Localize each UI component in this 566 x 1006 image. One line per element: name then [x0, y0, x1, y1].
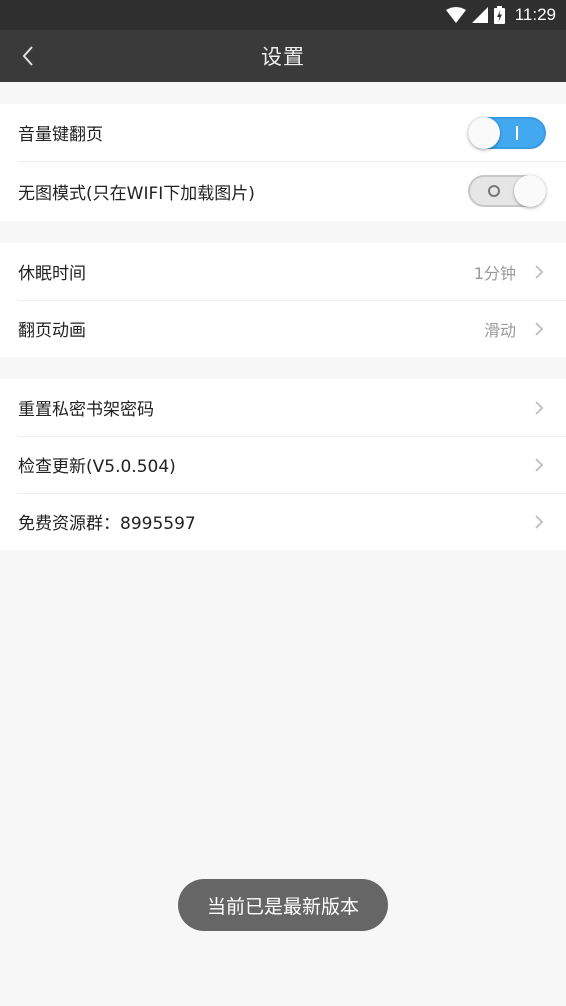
setting-sleep-time[interactable]: 休眠时间 1分钟: [0, 243, 566, 300]
chevron-right-icon: [535, 400, 544, 415]
setting-no-image-mode[interactable]: 无图模式(只在WIFI下加载图片): [0, 161, 566, 221]
no-image-mode-toggle[interactable]: [468, 175, 546, 207]
setting-label: 翻页动画: [18, 321, 86, 341]
chevron-left-icon: [22, 46, 33, 66]
setting-page-turn-animation[interactable]: 翻页动画 滑动: [0, 300, 566, 357]
back-button[interactable]: [6, 30, 50, 82]
setting-label: 音量键翻页: [18, 125, 103, 145]
toggle-knob: [514, 175, 546, 207]
setting-volume-key-page-turn[interactable]: 音量键翻页: [0, 104, 566, 161]
toast-message: 当前已是最新版本: [178, 879, 388, 931]
setting-label: 检查更新(V5.0.504): [18, 457, 176, 477]
settings-list: 音量键翻页 无图模式(只在WIFI下加载图片) 休眠时间 1分钟 翻页动画 滑动: [0, 82, 566, 550]
wifi-icon: [445, 7, 466, 23]
setting-reset-private-shelf-password[interactable]: 重置私密书架密码: [0, 379, 566, 436]
toggle-on-mark: [516, 125, 518, 140]
setting-label: 无图模式(只在WIFI下加载图片): [18, 183, 255, 204]
settings-group-other: 重置私密书架密码 检查更新(V5.0.504) 免费资源群：8995597: [0, 379, 566, 550]
status-bar: 11:29: [0, 0, 566, 30]
settings-group-reading: 音量键翻页 无图模式(只在WIFI下加载图片): [0, 104, 566, 221]
toggle-knob: [468, 116, 500, 149]
setting-label: 重置私密书架密码: [18, 400, 154, 420]
signal-icon: [471, 7, 488, 23]
chevron-right-icon: [535, 321, 544, 336]
setting-value: 滑动: [483, 320, 516, 340]
volume-key-toggle[interactable]: [468, 116, 546, 149]
setting-label: 休眠时间: [18, 264, 86, 284]
setting-free-resource-group[interactable]: 免费资源群：8995597: [0, 493, 566, 550]
app-bar: 设置: [0, 30, 566, 82]
battery-charging-icon: [493, 6, 505, 24]
setting-check-update[interactable]: 检查更新(V5.0.504): [0, 436, 566, 493]
page-title: 设置: [261, 45, 305, 69]
toast-text: 当前已是最新版本: [206, 895, 359, 918]
status-time: 11:29: [514, 5, 556, 24]
chevron-right-icon: [535, 514, 544, 529]
setting-value: 1分钟: [473, 263, 516, 283]
toggle-off-mark: [488, 185, 500, 197]
chevron-right-icon: [535, 457, 544, 472]
setting-label: 免费资源群：8995597: [18, 514, 196, 534]
settings-group-display: 休眠时间 1分钟 翻页动画 滑动: [0, 243, 566, 357]
chevron-right-icon: [535, 264, 544, 279]
